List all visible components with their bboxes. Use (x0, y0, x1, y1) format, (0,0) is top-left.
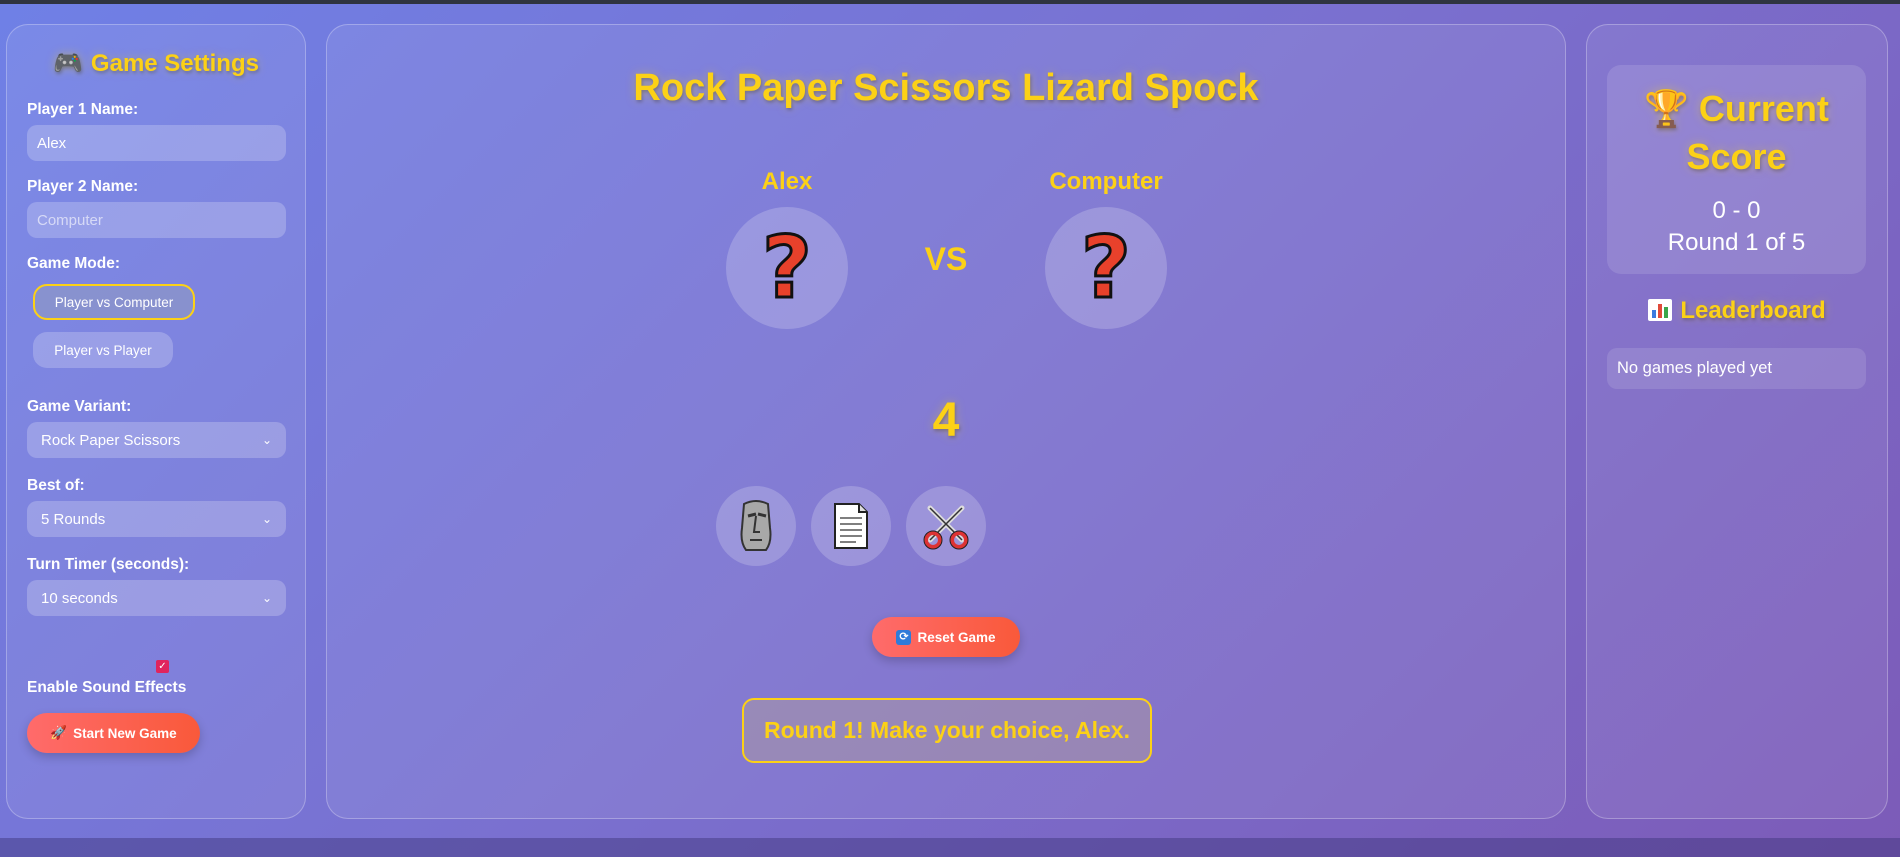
game-area-panel: Rock Paper Scissors Lizard Spock Alex Co… (326, 24, 1566, 819)
trophy-icon: 🏆 (1644, 88, 1689, 129)
rock-choice-button[interactable] (716, 486, 796, 566)
round-indicator: Round 1 of 5 (1667, 229, 1806, 256)
settings-title: 🎮 Game Settings (53, 50, 259, 77)
gamepad-icon: 🎮 (53, 50, 83, 77)
player1-label: Player 1 Name: (27, 101, 139, 118)
player2-label: Player 2 Name: (27, 178, 139, 195)
reset-game-button[interactable]: ⟳ Reset Game (872, 617, 1020, 657)
turn-timer-select[interactable]: 10 seconds ⌄ (27, 580, 286, 616)
sound-effects-label: Enable Sound Effects (27, 679, 187, 696)
scissors-choice-button[interactable] (906, 486, 986, 566)
best-of-select[interactable]: 5 Rounds ⌄ (27, 501, 286, 537)
question-mark-icon: ? (1080, 218, 1133, 318)
player1-display-name: Alex (761, 168, 813, 195)
page-bottom-strip (0, 838, 1900, 857)
leaderboard-title: Leaderboard (1587, 297, 1887, 325)
chevron-down-icon: ⌄ (261, 591, 272, 605)
score-panel: 🏆 Current Score 0 - 0 Round 1 of 5 Leade… (1586, 24, 1888, 819)
chevron-down-icon: ⌄ (261, 433, 272, 447)
scissors-icon (923, 505, 969, 550)
countdown-timer: 4 (932, 394, 960, 447)
player2-choice-display: ? (1045, 207, 1167, 329)
mode-player-vs-player-button[interactable]: Player vs Player (33, 332, 173, 368)
game-mode-label: Game Mode: (27, 255, 121, 272)
player2-display-name: Computer (1049, 168, 1163, 195)
player1-name-input[interactable] (27, 125, 286, 161)
game-title: Rock Paper Scissors Lizard Spock (633, 67, 1259, 109)
leaderboard-list: No games played yet (1607, 348, 1866, 389)
paper-page-icon (834, 503, 868, 549)
game-variant-label: Game Variant: (27, 398, 132, 415)
paper-choice-button[interactable] (811, 486, 891, 566)
sound-effects-checkbox[interactable]: ✓ (156, 660, 169, 673)
turn-timer-label: Turn Timer (seconds): (27, 556, 190, 573)
refresh-icon: ⟳ (896, 629, 912, 645)
current-score-box: 🏆 Current Score 0 - 0 Round 1 of 5 (1607, 65, 1866, 274)
score-value: 0 - 0 (1712, 197, 1761, 224)
bar-chart-icon (1648, 299, 1673, 321)
rock-moai-icon (740, 500, 772, 551)
status-message: Round 1! Make your choice, Alex. (742, 698, 1152, 763)
mode-player-vs-computer-button[interactable]: Player vs Computer (33, 284, 195, 320)
best-of-label: Best of: (27, 477, 85, 494)
rocket-icon: 🚀 (50, 725, 68, 740)
browser-top-edge (0, 0, 1900, 4)
player2-name-input[interactable] (27, 202, 286, 238)
game-variant-select[interactable]: Rock Paper Scissors ⌄ (27, 422, 286, 458)
leaderboard-empty-message: No games played yet (1617, 359, 1773, 377)
vs-label: VS (924, 241, 968, 277)
start-new-game-button[interactable]: 🚀 Start New Game (27, 713, 200, 753)
chevron-down-icon: ⌄ (261, 512, 272, 526)
current-score-title: 🏆 Current Score (1644, 88, 1829, 177)
game-settings-panel: 🎮Game Settings Player 1 Name: Player 2 N… (6, 24, 306, 819)
